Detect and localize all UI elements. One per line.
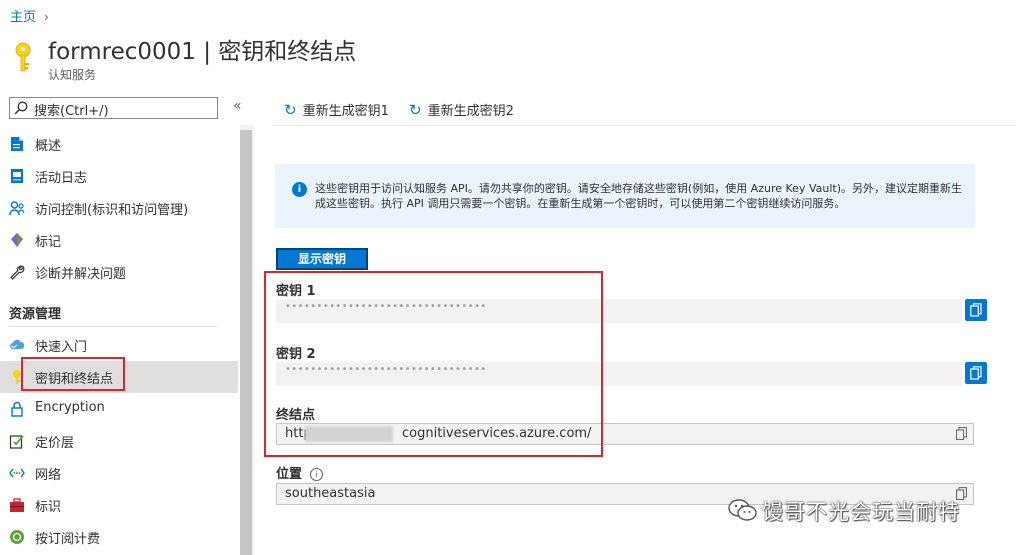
- refresh-icon: ↻: [284, 101, 297, 119]
- sidebar-item-label: 标记: [35, 235, 62, 250]
- sidebar-item-tags[interactable]: 标记: [0, 224, 238, 256]
- regenerate-key2-label: 重新生成密钥2: [427, 104, 514, 119]
- sidebar-item-label: 活动日志: [35, 171, 88, 186]
- sidebar-item-label: 标识: [35, 500, 62, 515]
- info-text: 这些密钥用于访问认知服务 API。请勿共享你的密钥。请安全地存储这些密钥(例如，…: [315, 182, 962, 210]
- copy-key2-button[interactable]: [965, 362, 987, 384]
- section-divider: [9, 326, 217, 327]
- breadcrumb-separator: ›: [44, 10, 49, 24]
- location-label: 位置 i: [276, 463, 324, 482]
- copy-key1-button[interactable]: [965, 299, 987, 321]
- regenerate-key1-button[interactable]: ↻ 重新生成密钥1: [284, 100, 389, 119]
- refresh-icon: ↻: [409, 101, 422, 119]
- show-keys-button[interactable]: 显示密钥: [276, 248, 368, 270]
- copy-icon: [970, 366, 982, 380]
- search-icon: [14, 101, 28, 115]
- sidebar-item-label: 访问控制(标识和访问管理): [35, 203, 189, 218]
- sidebar-item-access-control[interactable]: 访问控制(标识和访问管理): [0, 192, 238, 224]
- overview-icon: [11, 137, 23, 151]
- sidebar-item-label: 按订阅计费: [35, 532, 101, 547]
- billing-icon: [10, 530, 24, 544]
- identity-icon: [10, 498, 24, 512]
- annotation-highlight-keys: [264, 271, 603, 457]
- regenerate-key1-label: 重新生成密钥1: [302, 104, 389, 119]
- sidebar-item-network[interactable]: 网络: [0, 457, 238, 489]
- annotation-highlight-nav: [21, 357, 125, 391]
- tag-icon: [11, 233, 23, 247]
- sidebar-item-label: 定价层: [35, 436, 75, 451]
- activity-log-icon: [11, 169, 23, 183]
- sidebar-item-label: 网络: [35, 468, 62, 483]
- sidebar-item-label: 概述: [35, 139, 62, 154]
- copy-icon[interactable]: [956, 427, 967, 440]
- sidebar-item-overview[interactable]: 概述: [0, 128, 238, 160]
- pricing-icon: [9, 435, 24, 449]
- sidebar-item-label: 快速入门: [35, 340, 88, 355]
- key-icon: [15, 42, 31, 72]
- toolbar-divider: [273, 125, 1016, 126]
- sidebar-scrollbar-thumb[interactable]: [240, 130, 252, 555]
- info-banner: i 这些密钥用于访问认知服务 API。请勿共享你的密钥。请安全地存储这些密钥(例…: [275, 164, 975, 228]
- breadcrumb: 主页 ›: [10, 6, 49, 25]
- sidebar-item-billing[interactable]: 按订阅计费: [0, 521, 238, 553]
- breadcrumb-home-link[interactable]: 主页: [10, 10, 36, 25]
- sidebar-item-label: 诊断并解决问题: [35, 267, 127, 282]
- lock-icon: [11, 401, 23, 417]
- access-control-icon: [9, 201, 25, 216]
- cloud-icon: [10, 339, 25, 349]
- regenerate-key2-button[interactable]: ↻ 重新生成密钥2: [409, 100, 514, 119]
- search-placeholder: 搜索(Ctrl+/): [34, 104, 109, 119]
- page-subtitle: 认知服务: [48, 68, 97, 82]
- copy-icon: [970, 303, 982, 317]
- sidebar-item-pricing-tier[interactable]: 定价层: [0, 425, 238, 457]
- wechat-logo-icon: [728, 499, 757, 521]
- location-value: southeastasia: [285, 486, 376, 501]
- sidebar-search-input[interactable]: 搜索(Ctrl+/): [9, 97, 218, 119]
- network-icon: [9, 468, 25, 478]
- sidebar-item-identity[interactable]: 标识: [0, 489, 238, 521]
- wrench-icon: [10, 265, 25, 280]
- sidebar-item-label: Encryption: [35, 400, 105, 415]
- section-title-resource-management: 资源管理: [9, 307, 62, 322]
- info-icon: i: [292, 182, 307, 197]
- sidebar-item-diagnose[interactable]: 诊断并解决问题: [0, 256, 238, 288]
- collapse-sidebar-icon[interactable]: «: [233, 98, 242, 114]
- info-icon[interactable]: i: [310, 468, 324, 481]
- sidebar-item-activity-log[interactable]: 活动日志: [0, 160, 238, 192]
- location-label-text: 位置: [276, 467, 303, 482]
- sidebar-item-encryption[interactable]: Encryption: [0, 393, 238, 425]
- watermark-text: 馒哥不光会玩当耐特: [762, 500, 960, 524]
- page-title: formrec0001 | 密钥和终结点: [48, 39, 357, 65]
